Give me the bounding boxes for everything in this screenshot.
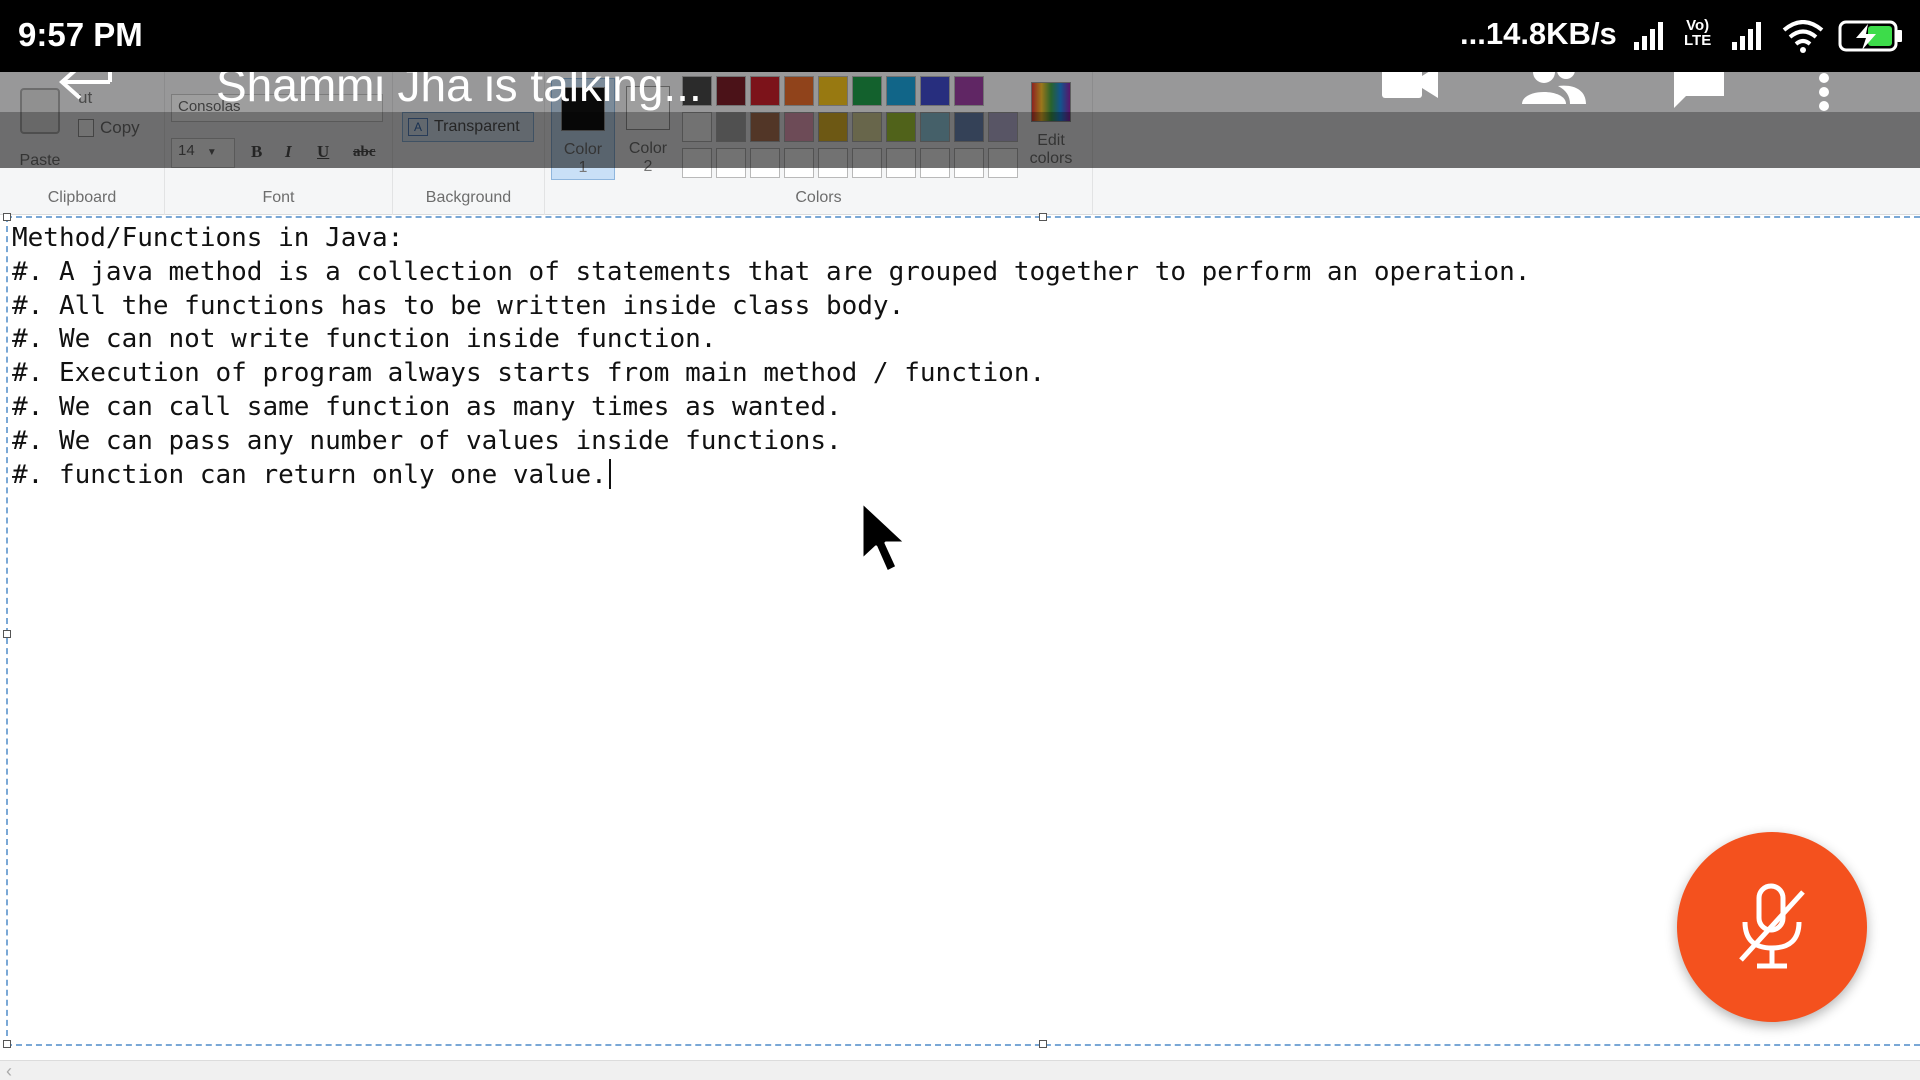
status-bar: 9:57 PM ...14.8KB/s Vo) LTE <box>0 0 1920 72</box>
resize-handle[interactable] <box>3 213 11 221</box>
status-time: 9:57 PM <box>18 16 143 53</box>
document-line[interactable]: #. We can not write function inside func… <box>12 323 1530 357</box>
document-line[interactable]: #. We can call same function as many tim… <box>12 391 1530 425</box>
volte-icon: Vo) LTE <box>1684 18 1711 48</box>
mute-microphone-button[interactable] <box>1677 832 1867 1022</box>
horizontal-scrollbar[interactable]: ‹ <box>0 1060 1920 1080</box>
document-line[interactable]: #. A java method is a collection of stat… <box>12 256 1530 290</box>
volte-label: Vo) <box>1686 17 1710 34</box>
text-caret <box>608 458 611 489</box>
network-speed: ...14.8KB/s <box>1460 16 1617 51</box>
document-line[interactable]: #. function can return only one value. <box>12 458 1530 493</box>
resize-handle[interactable] <box>1039 213 1047 221</box>
more-vert-icon[interactable] <box>1814 72 1834 112</box>
document-line[interactable]: #. Execution of program always starts fr… <box>12 357 1530 391</box>
mic-off-icon <box>1739 883 1805 969</box>
signal-icon <box>1634 22 1663 50</box>
battery-charging-icon <box>1838 20 1902 52</box>
resize-handle[interactable] <box>1039 1040 1047 1048</box>
mouse-pointer-icon <box>860 500 908 574</box>
signal-icon <box>1732 22 1761 50</box>
document-text[interactable]: Method/Functions in Java: #. A java metho… <box>12 222 1530 492</box>
font-group-label: Font <box>262 189 295 206</box>
document-line[interactable]: #. We can pass any number of values insi… <box>12 425 1530 459</box>
resize-handle[interactable] <box>3 1040 11 1048</box>
scroll-left-icon[interactable]: ‹ <box>6 1061 12 1080</box>
text-canvas[interactable]: Method/Functions in Java: #. A java metho… <box>3 213 1920 1048</box>
colors-group-label: Colors <box>795 189 842 206</box>
document-line[interactable]: Method/Functions in Java: <box>12 222 1530 256</box>
network-type: LTE <box>1684 32 1712 49</box>
clipboard-group-label: Clipboard <box>47 189 117 206</box>
document-line[interactable]: #. All the functions has to be written i… <box>12 290 1530 324</box>
resize-handle[interactable] <box>3 630 11 638</box>
call-toolbar-shade <box>0 112 1920 168</box>
wifi-icon <box>1782 20 1824 53</box>
background-group-label: Background <box>425 189 512 206</box>
